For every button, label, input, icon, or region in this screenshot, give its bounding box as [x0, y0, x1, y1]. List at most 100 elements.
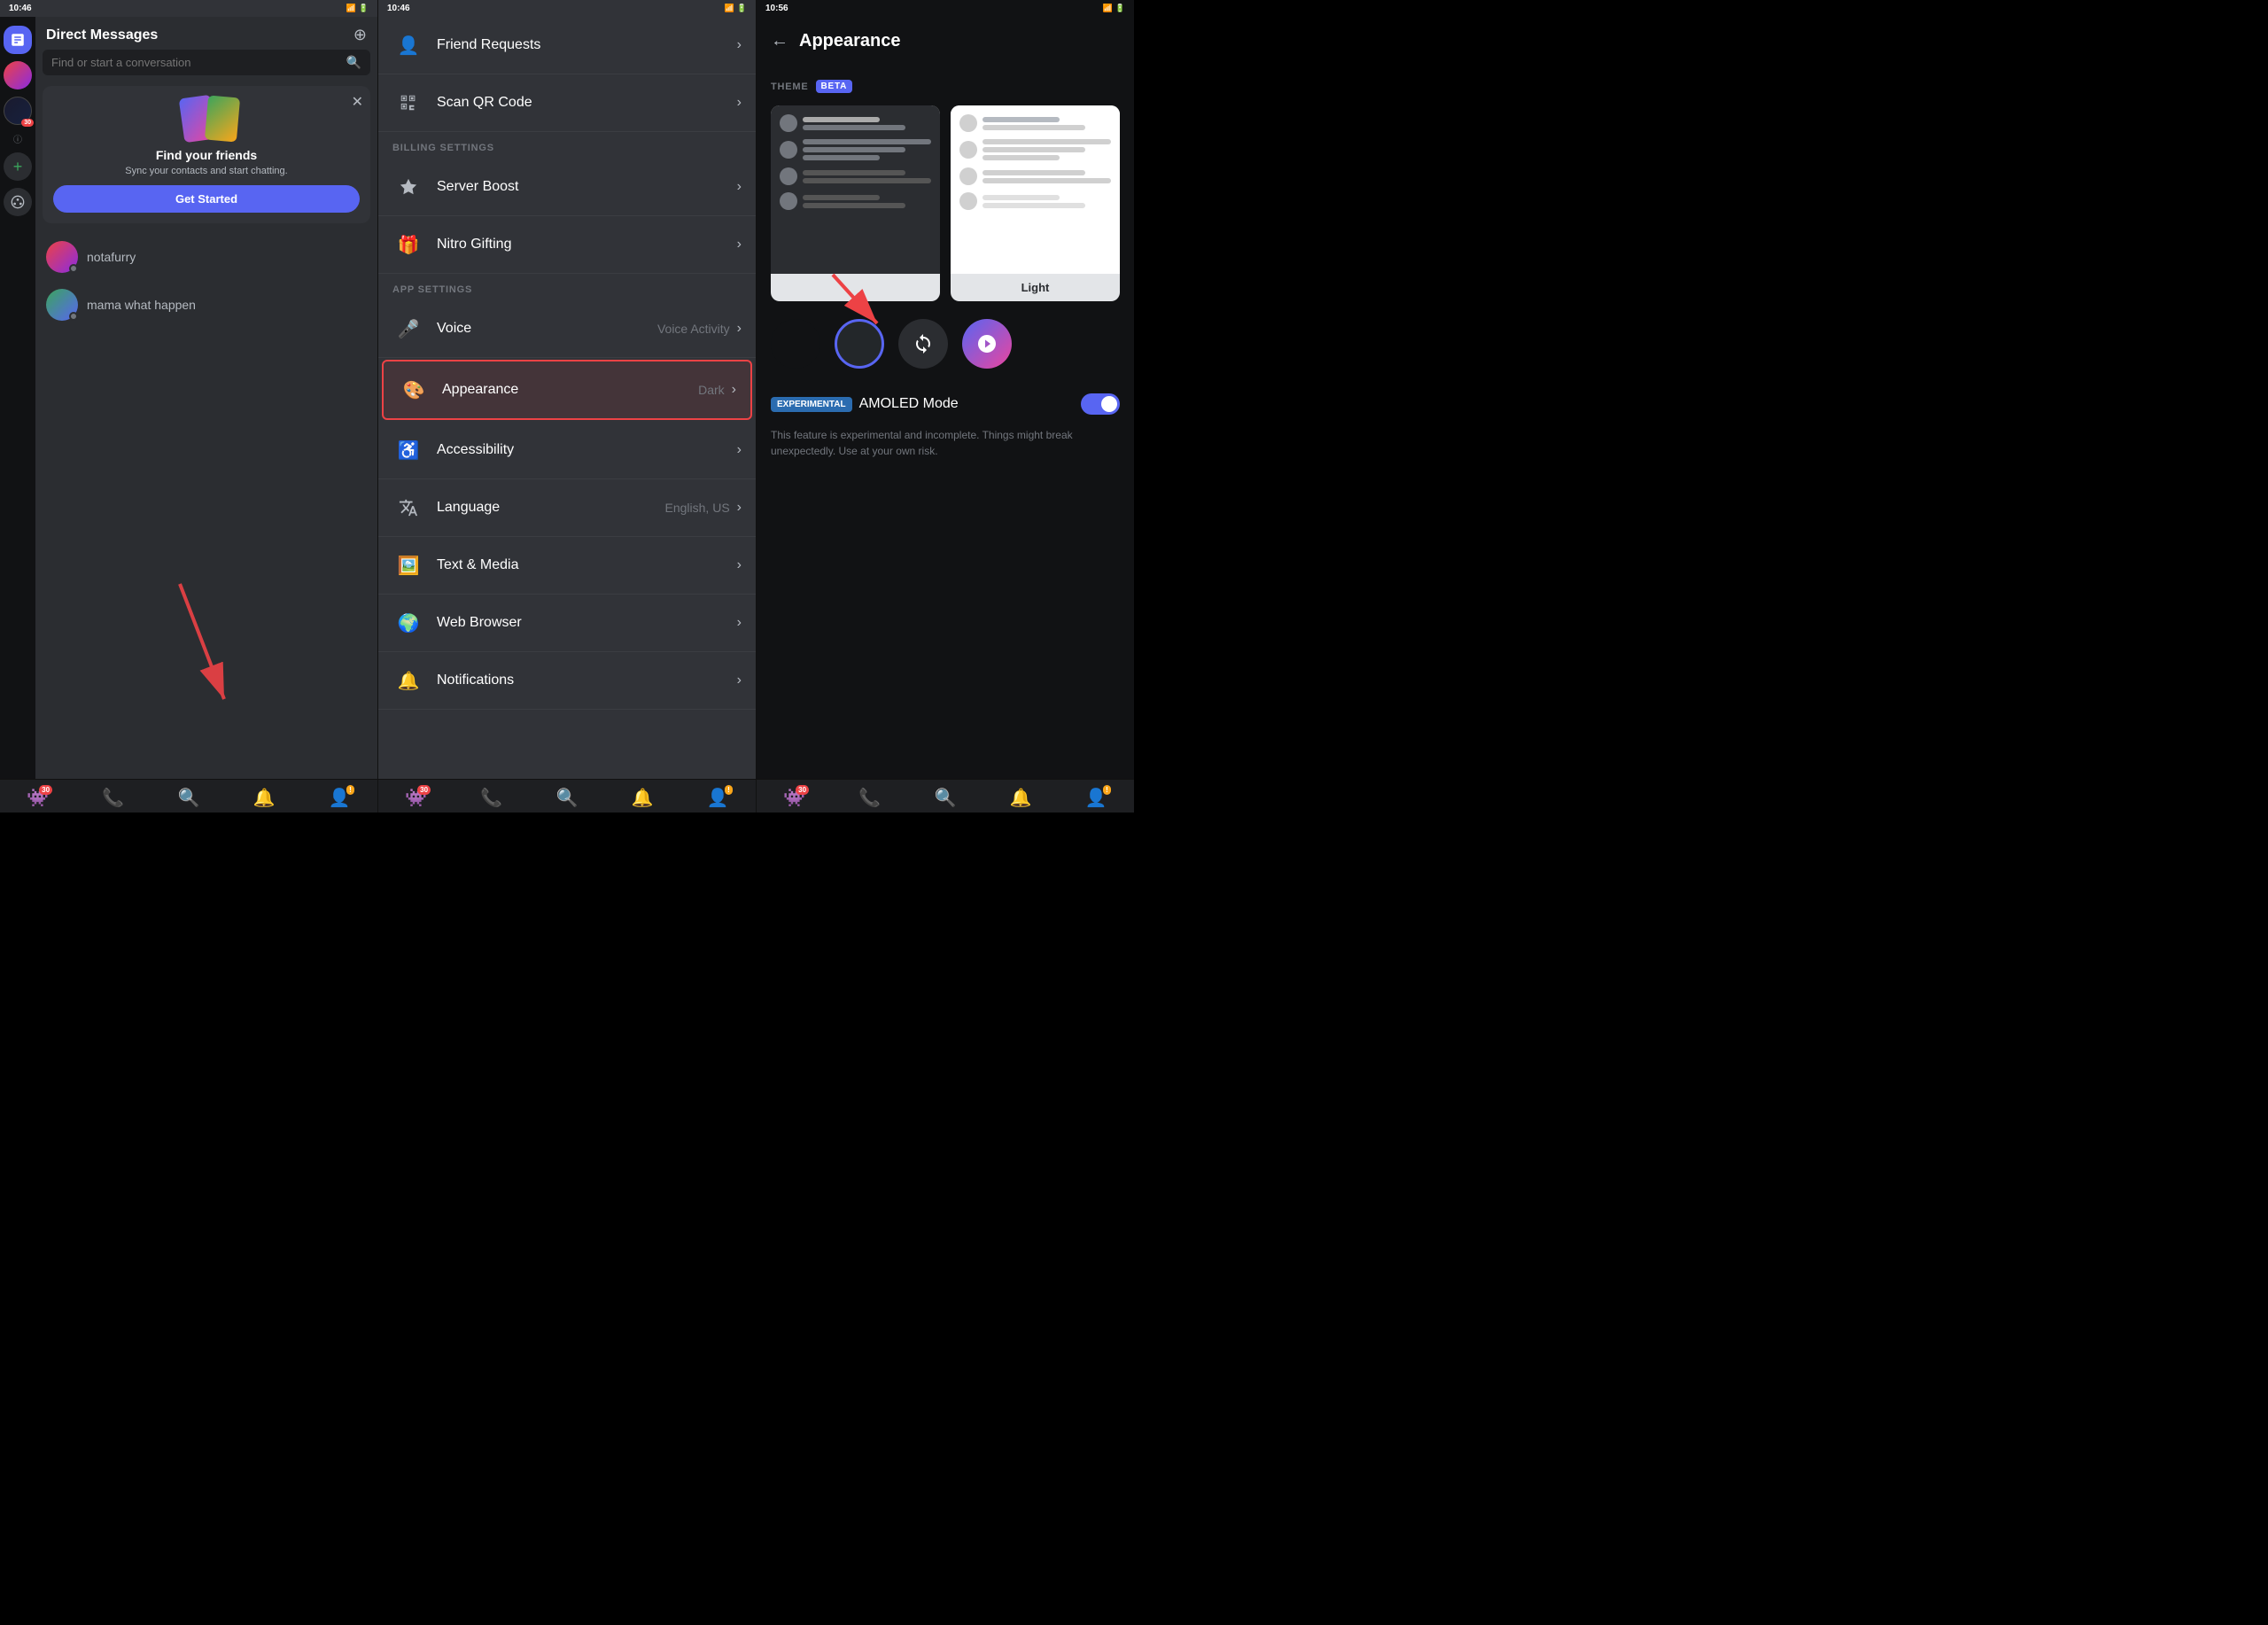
scan-qr-icon: [392, 87, 424, 119]
app-section-header: APP SETTINGS: [378, 274, 756, 300]
language-item[interactable]: Language English, US ›: [378, 479, 756, 537]
scan-qr-item[interactable]: Scan QR Code ›: [378, 74, 756, 132]
text-media-item[interactable]: 🖼️ Text & Media ›: [378, 537, 756, 595]
bottom-nav-1: 👾 30 📞 🔍 🔔 👤 !: [0, 779, 377, 812]
dm-avatar-2: [46, 289, 78, 321]
voice-nav-2[interactable]: 📞: [480, 787, 502, 809]
status-bar-3: 10:56 📶🔋: [757, 0, 1134, 17]
dm-item-1[interactable]: notafurry: [39, 234, 374, 280]
light-theme-card[interactable]: Light: [951, 105, 1120, 301]
dm-list: notafurry mama what happen: [35, 234, 377, 328]
language-value: English, US: [665, 501, 730, 515]
dm-item-2[interactable]: mama what happen: [39, 282, 374, 328]
appearance-label: Appearance: [442, 382, 698, 398]
preview-lines-l3: [983, 170, 1111, 183]
chevron-icon-3: ›: [737, 179, 742, 195]
preview-lines-3: [803, 170, 931, 183]
preview-line: [803, 195, 880, 200]
notifications-nav[interactable]: 🔔: [253, 787, 276, 809]
notifications-icon: 🔔: [392, 665, 424, 696]
red-arrow-2: [815, 266, 921, 337]
preview-line: [983, 155, 1060, 160]
preview-line: [803, 155, 880, 160]
server-boost-item[interactable]: Server Boost ›: [378, 159, 756, 216]
preview-avatar-l3: [959, 167, 977, 185]
close-button[interactable]: ✕: [352, 93, 363, 111]
preview-avatar-3: [780, 167, 797, 185]
red-arrow-1: [153, 566, 260, 726]
discord-home-icon[interactable]: [4, 26, 32, 54]
preview-lines-l4: [983, 195, 1111, 208]
appearance-item[interactable]: 🎨 Appearance Dark ›: [382, 360, 752, 420]
preview-avatar-4: [780, 192, 797, 210]
voice-nav-3[interactable]: 📞: [858, 787, 881, 809]
home-nav[interactable]: 👾 30: [27, 787, 49, 809]
friend-requests-item[interactable]: 👤 Friend Requests ›: [378, 17, 756, 74]
appearance-icon: 🎨: [398, 374, 430, 406]
notifications-nav-2[interactable]: 🔔: [632, 787, 654, 809]
preview-avatar-l4: [959, 192, 977, 210]
appearance-header: ← Appearance: [757, 17, 1134, 66]
text-media-label: Text & Media: [437, 557, 737, 573]
server-boost-label: Server Boost: [437, 179, 737, 195]
home-nav-2[interactable]: 👾 30: [405, 787, 427, 809]
time-1: 10:46: [9, 4, 32, 13]
search-bar[interactable]: 🔍: [43, 50, 370, 75]
home-badge-3: 30: [796, 785, 809, 795]
status-dot-1: [69, 264, 78, 273]
web-browser-item[interactable]: 🌍 Web Browser ›: [378, 595, 756, 652]
server-avatar-2[interactable]: 30: [4, 97, 32, 125]
text-media-icon: 🖼️: [392, 549, 424, 581]
preview-row-4: [780, 192, 931, 210]
find-friends-title: Find your friends: [53, 148, 360, 162]
preview-row-l4: [959, 192, 1111, 210]
chevron-icon-10: ›: [737, 615, 742, 631]
explore-servers-icon[interactable]: [4, 188, 32, 216]
web-browser-icon: 🌍: [392, 607, 424, 639]
nitro-gifting-item[interactable]: 🎁 Nitro Gifting ›: [378, 216, 756, 274]
notifications-item[interactable]: 🔔 Notifications ›: [378, 652, 756, 710]
add-server-button[interactable]: +: [4, 152, 32, 181]
server-boost-icon: [392, 171, 424, 203]
accessibility-label: Accessibility: [437, 442, 737, 458]
preview-row-2: [780, 139, 931, 160]
status-icons-2: 📶🔋: [725, 4, 747, 13]
status-icons-1: 📶🔋: [346, 4, 369, 13]
server-avatar-1[interactable]: [4, 61, 32, 89]
time-2: 10:46: [387, 4, 410, 13]
nitro-color-circle[interactable]: [962, 319, 1012, 369]
new-dm-button[interactable]: ⊕: [353, 26, 367, 44]
accessibility-icon: ♿: [392, 434, 424, 466]
nitro-gifting-icon: 🎁: [392, 229, 424, 260]
search-nav-3[interactable]: 🔍: [935, 787, 957, 809]
language-label: Language: [437, 500, 665, 516]
get-started-button[interactable]: Get Started: [53, 185, 360, 213]
dark-color-circle[interactable]: [771, 319, 820, 369]
chevron-icon-6: ›: [732, 382, 736, 398]
preview-line: [803, 178, 931, 183]
profile-nav-2[interactable]: 👤 !: [707, 787, 729, 809]
chevron-icon-4: ›: [737, 237, 742, 253]
preview-line: [803, 203, 905, 208]
search-input[interactable]: [51, 56, 339, 69]
preview-line: [983, 117, 1060, 122]
home-nav-3[interactable]: 👾 30: [783, 787, 805, 809]
preview-lines-l2: [983, 139, 1111, 160]
amoled-toggle[interactable]: [1081, 393, 1120, 415]
back-button[interactable]: ←: [771, 31, 788, 51]
preview-line: [803, 139, 931, 144]
dm-name-1: notafurry: [87, 250, 136, 264]
profile-nav-3[interactable]: 👤 !: [1085, 787, 1107, 809]
profile-nav[interactable]: 👤 !: [329, 787, 351, 809]
status-bar-2: 10:46 📶🔋: [378, 0, 756, 17]
search-nav-2[interactable]: 🔍: [556, 787, 579, 809]
voice-nav[interactable]: 📞: [102, 787, 124, 809]
amoled-row: EXPERIMENTAL AMOLED Mode: [771, 386, 1120, 422]
art-card-2: [205, 96, 240, 143]
dm-avatar-1: [46, 241, 78, 273]
notifications-nav-3[interactable]: 🔔: [1010, 787, 1032, 809]
voice-item[interactable]: 🎤 Voice Voice Activity ›: [378, 300, 756, 358]
search-nav[interactable]: 🔍: [178, 787, 200, 809]
preview-row-3: [780, 167, 931, 185]
accessibility-item[interactable]: ♿ Accessibility ›: [378, 422, 756, 479]
